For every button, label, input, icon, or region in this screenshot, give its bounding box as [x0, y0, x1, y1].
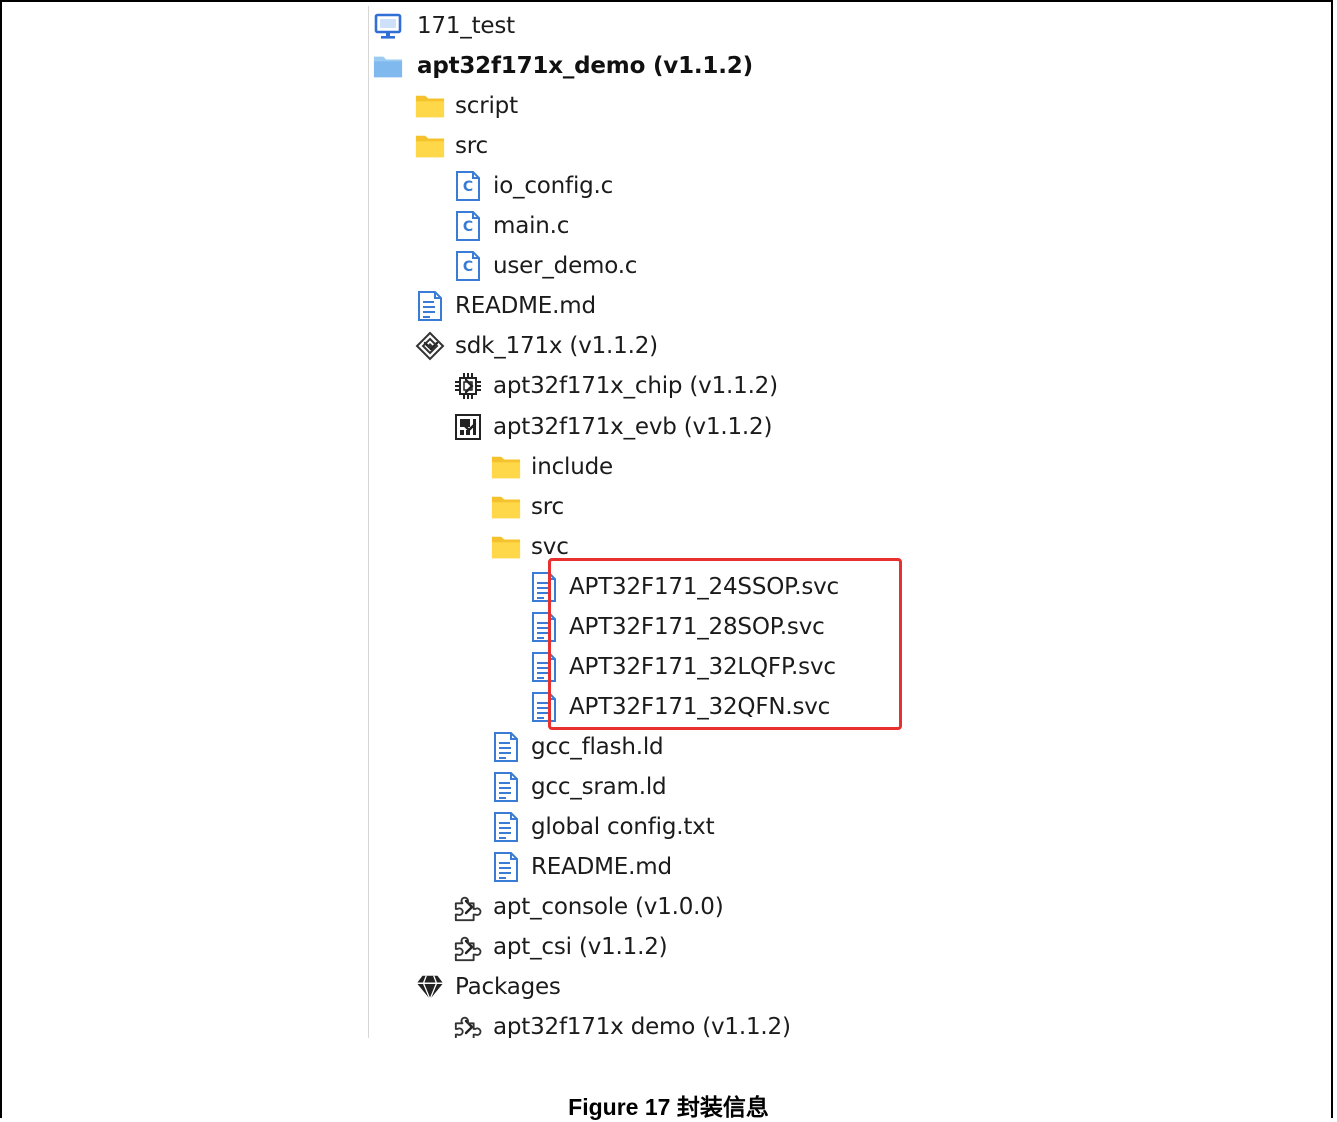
c-file-icon: C	[453, 211, 483, 242]
tree-item-label: user_demo.c	[493, 253, 638, 280]
text-file-icon	[491, 852, 521, 883]
tree-item[interactable]: README.md	[369, 847, 929, 887]
tree-item[interactable]: 171_test	[369, 6, 929, 46]
chip-icon	[453, 371, 483, 401]
tree-item-label: apt32f171x_chip (v1.1.2)	[493, 373, 778, 400]
tree-item-label: global config.txt	[531, 814, 715, 840]
tree-item[interactable]: apt32f171x_chip (v1.1.2)	[369, 366, 929, 406]
tree-item[interactable]: README.md	[369, 286, 929, 326]
tree-item[interactable]: gcc_flash.ld	[369, 727, 929, 767]
text-file-icon	[491, 812, 521, 842]
tree-item-label: sdk_171x (v1.1.2)	[455, 333, 658, 360]
folder-icon	[491, 452, 521, 482]
tree-item[interactable]: apt32f171x_evb (v1.1.2)	[369, 407, 929, 447]
board-icon	[453, 412, 483, 442]
puzzle-icon	[453, 1012, 483, 1038]
folder-icon	[415, 91, 445, 121]
tree-item-label: src	[455, 133, 488, 160]
folder-icon	[491, 492, 521, 522]
tree-item-label: 171_test	[417, 13, 515, 39]
tree-item-label: main.c	[493, 213, 570, 240]
tree-item-label: apt32f171x_demo (v1.1.2)	[417, 53, 753, 80]
puzzle-icon	[453, 892, 483, 922]
tree-item-label: Packages	[455, 974, 561, 1001]
tree-item[interactable]: global config.txt	[369, 807, 929, 847]
tree-item[interactable]: apt32f171x_demo (v1.1.2)	[369, 46, 929, 86]
tree-item-label: README.md	[531, 854, 672, 881]
tree-item[interactable]: src	[369, 487, 929, 527]
tree-item-label: script	[455, 93, 518, 120]
tree-item[interactable]: sdk_171x (v1.1.2)	[369, 326, 929, 366]
project-explorer-tree: 171_test apt32f171x_demo (v1.1.2) script sr…	[368, 6, 929, 1038]
tree-item[interactable]: include	[369, 447, 929, 487]
tree-item[interactable]: Packages	[369, 967, 929, 1007]
c-file-icon: C	[453, 171, 483, 202]
tree-item[interactable]: Cmain.c	[369, 206, 929, 246]
svg-text:C: C	[463, 259, 473, 275]
svc-files-highlight-box	[548, 558, 902, 730]
tree-item[interactable]: gcc_sram.ld	[369, 767, 929, 807]
figure-caption: Figure 17 封装信息	[568, 1094, 769, 1120]
tree-item-label: gcc_flash.ld	[531, 733, 664, 760]
tree-item-label: apt_console (v1.0.0)	[493, 894, 724, 921]
tree-item-label: src	[531, 493, 564, 520]
tree-item-label: gcc_sram.ld	[531, 773, 667, 800]
text-file-icon	[491, 731, 521, 762]
tree-item[interactable]: apt32f171x demo (v1.1.2)	[369, 1007, 929, 1038]
tree-item[interactable]: Cio_config.c	[369, 166, 929, 206]
tree-item[interactable]: apt_console (v1.0.0)	[369, 887, 929, 927]
folder-icon	[415, 131, 445, 161]
text-file-icon	[415, 291, 445, 322]
folder-icon	[491, 532, 521, 562]
svg-text:C: C	[463, 179, 473, 195]
tree-item[interactable]: script	[369, 86, 929, 126]
puzzle-icon	[453, 932, 483, 962]
tree-item[interactable]: apt_csi (v1.1.2)	[369, 927, 929, 967]
tree-item-label: apt_csi (v1.1.2)	[493, 934, 668, 961]
tree-item[interactable]: Cuser_demo.c	[369, 246, 929, 286]
svg-text:C: C	[463, 219, 473, 235]
c-file-icon: C	[453, 251, 483, 282]
sdk-diamond-icon	[415, 331, 445, 361]
tree-item-label: README.md	[455, 293, 596, 320]
folder-blue-icon	[373, 51, 403, 81]
tree-item[interactable]: src	[369, 126, 929, 166]
tree-item-label: apt32f171x demo (v1.1.2)	[493, 1014, 791, 1038]
packages-icon	[415, 972, 445, 1002]
monitor-icon	[373, 11, 403, 41]
text-file-icon	[491, 771, 521, 802]
tree-item-label: include	[531, 453, 613, 480]
tree-item-label: apt32f171x_evb (v1.1.2)	[493, 413, 773, 440]
tree-item-label: io_config.c	[493, 173, 614, 200]
